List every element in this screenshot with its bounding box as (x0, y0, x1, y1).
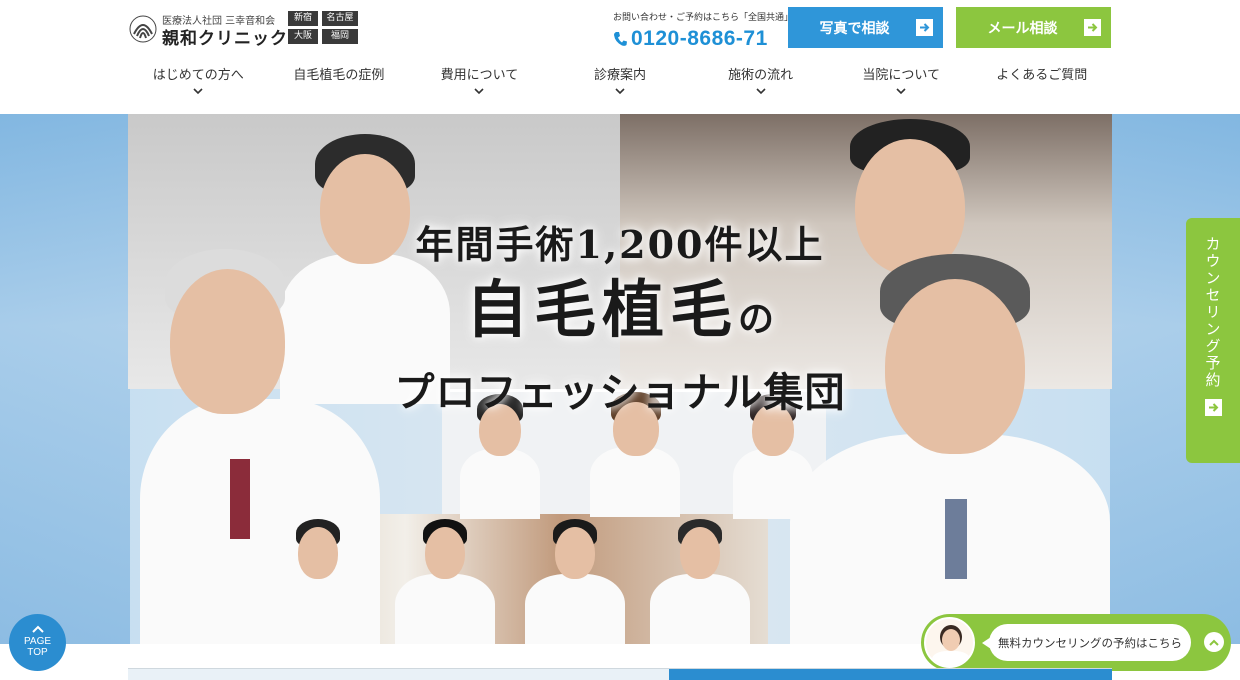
chevron-down-icon (896, 88, 906, 95)
staff-figure (650, 519, 750, 644)
chevron-down-icon (756, 88, 766, 95)
arrow-right-icon (916, 19, 933, 36)
hero-headline-line1: 年間手術1,200件以上 (415, 222, 825, 267)
page-top-button[interactable]: PAGE TOP (9, 614, 66, 671)
staff-figure (395, 519, 495, 644)
location-badge[interactable]: 大阪 (288, 29, 318, 44)
banner-speech-bubble: 無料カウンセリングの予約はこちら (982, 624, 1191, 661)
hero-headline-main: 自毛植毛 (465, 273, 738, 346)
counseling-reservation-tab[interactable]: カウンセリング予約 (1186, 218, 1240, 463)
next-section-preview (128, 668, 1112, 680)
chevron-up-icon (31, 625, 44, 633)
nav-item-faq[interactable]: よくあるご質問 (971, 64, 1112, 104)
nav-item-label: 自毛植毛の症例 (293, 68, 385, 83)
nav-item-label: 施術の流れ (728, 68, 794, 83)
arrow-right-icon (1204, 399, 1222, 416)
nav-item-cost[interactable]: 費用について (409, 64, 550, 104)
contact-label: お問い合わせ・ご予約はこちら「全国共通」 (613, 13, 794, 23)
chevron-up-icon[interactable] (1204, 632, 1224, 652)
hero-headline-line2: 自毛植毛の (360, 269, 880, 360)
nav-item-about[interactable]: 当院について (831, 64, 972, 104)
staff-figure (268, 519, 368, 644)
site-header: 医療法人社団 三幸音和会 親和クリニック 新宿 名古屋 大阪 福岡 お問い合わせ… (0, 0, 1240, 114)
staff-avatar (924, 617, 975, 668)
nav-item-cases[interactable]: 自毛植毛の症例 (269, 64, 410, 104)
nav-item-label: はじめての方へ (152, 68, 244, 83)
hero-visual: 年間手術1,200件以上 自毛植毛の プロフェッショナル集団 (0, 114, 1240, 644)
phone-icon (614, 32, 627, 46)
global-nav: はじめての方へ 自毛植毛の症例 費用について 診療案内 施術の流れ 当院について… (128, 64, 1112, 104)
clinic-locations: 新宿 名古屋 大阪 福岡 (288, 11, 362, 44)
logo-clinic-name: 親和クリニック (162, 29, 288, 49)
nav-item-label: よくあるご質問 (996, 68, 1088, 83)
clinic-logo[interactable]: 医療法人社団 三幸音和会 親和クリニック (128, 10, 288, 49)
page-top-label: PAGE (23, 636, 52, 647)
phone-number: 0120-8686-71 (631, 27, 768, 50)
counseling-tab-label: カウンセリング予約 (1203, 236, 1222, 389)
nav-item-label: 費用について (440, 68, 519, 83)
phone-number-link[interactable]: 0120-8686-71 (613, 27, 783, 51)
hero-side-image-left (0, 114, 130, 644)
nav-item-treatment-guide[interactable]: 診療案内 (550, 64, 691, 104)
contact-block: お問い合わせ・ご予約はこちら「全国共通」 0120-8686-71 (613, 10, 794, 51)
chevron-down-icon (615, 88, 625, 95)
hero-headline-particle: の (738, 298, 775, 340)
page-top-label: TOP (27, 647, 48, 658)
location-badge[interactable]: 名古屋 (322, 11, 358, 26)
hero-headline-line3: プロフェッショナル集団 (394, 369, 846, 416)
free-counseling-banner[interactable]: 無料カウンセリングの予約はこちら (921, 614, 1231, 671)
photo-consult-label: 写真で相談 (819, 20, 890, 37)
nav-item-first-visit[interactable]: はじめての方へ (128, 64, 269, 104)
location-badge[interactable]: 福岡 (322, 29, 358, 44)
nav-item-procedure-flow[interactable]: 施術の流れ (690, 64, 831, 104)
nav-item-label: 診療案内 (594, 68, 647, 83)
logo-mark-icon (129, 15, 157, 43)
mail-consult-button[interactable]: メール相談 (956, 7, 1111, 48)
location-badge[interactable]: 新宿 (288, 11, 318, 26)
arrow-right-icon (1084, 19, 1101, 36)
photo-consult-button[interactable]: 写真で相談 (788, 7, 943, 48)
mail-consult-label: メール相談 (987, 20, 1058, 37)
nav-item-label: 当院について (862, 68, 940, 83)
staff-figure (525, 519, 625, 644)
chevron-down-icon (193, 88, 203, 95)
hero-headline: 年間手術1,200件以上 自毛植毛の プロフェッショナル集団 (360, 214, 880, 418)
chevron-down-icon (474, 88, 485, 95)
